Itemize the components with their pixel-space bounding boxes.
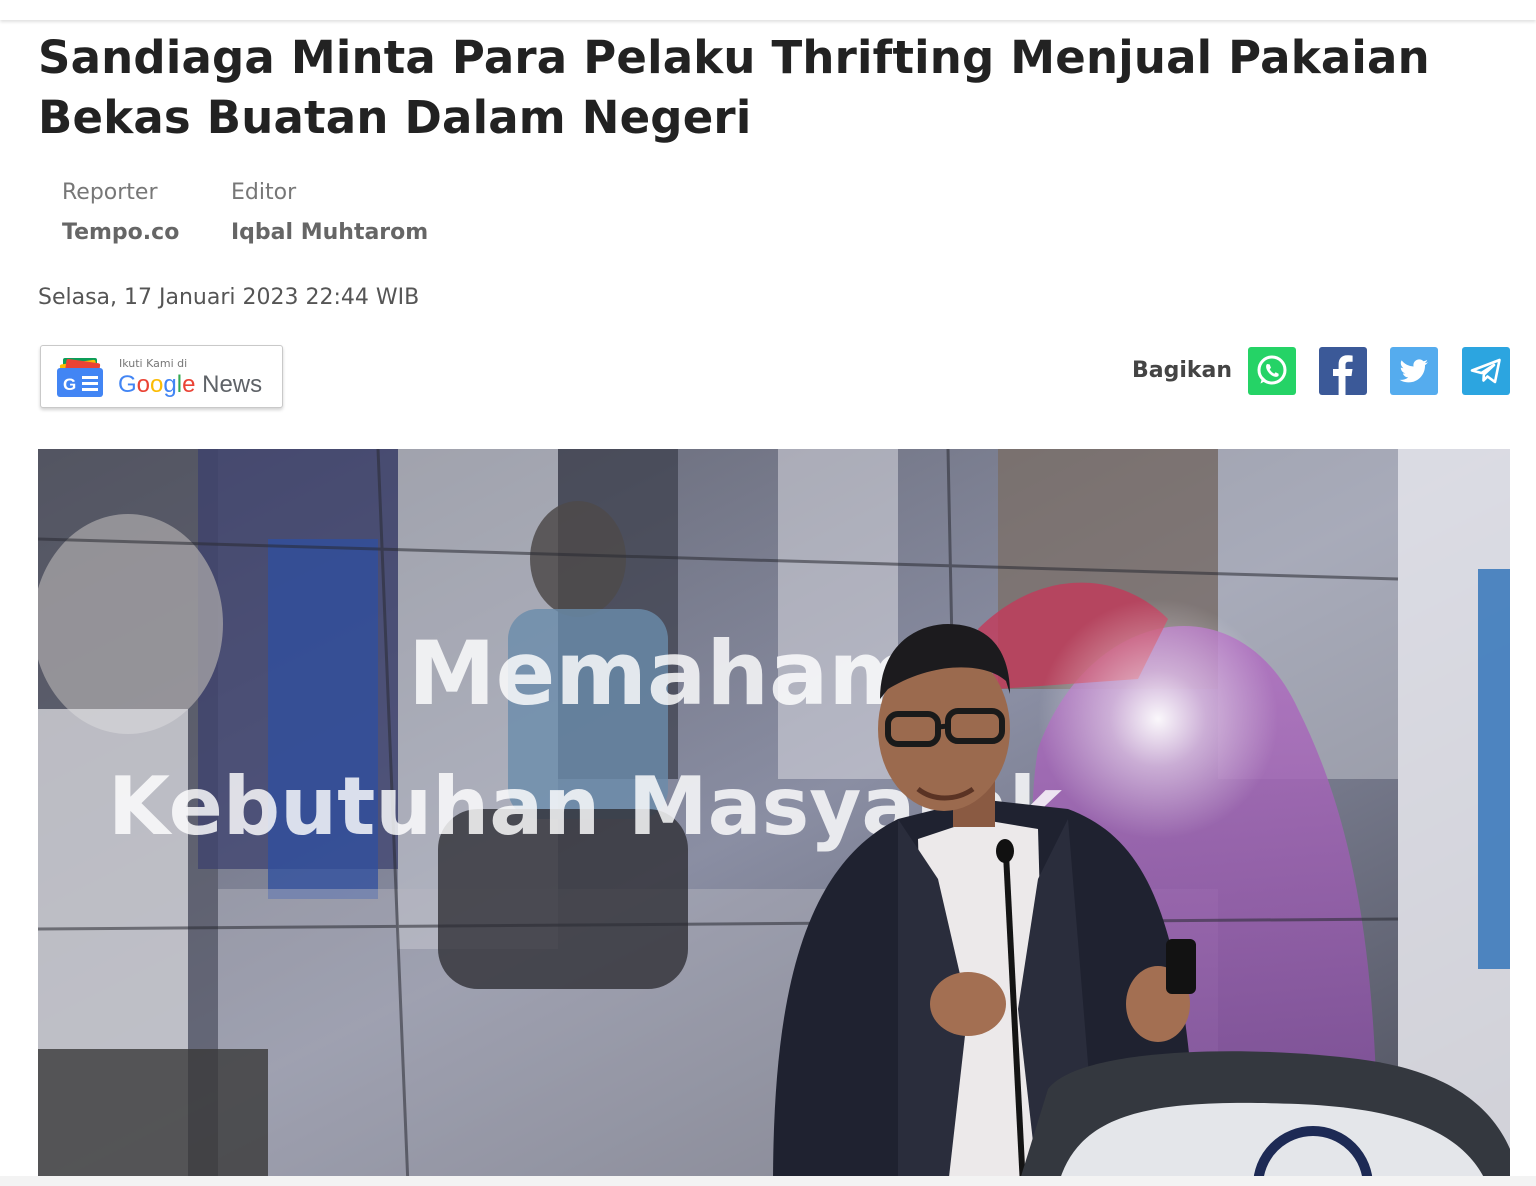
brand-letter-e: e	[182, 371, 196, 398]
share-facebook-button[interactable]	[1319, 347, 1367, 395]
top-bar	[0, 0, 1536, 20]
telegram-icon	[1462, 347, 1510, 395]
editor-label: Editor	[231, 180, 297, 205]
google-news-brand: Google News	[118, 370, 262, 400]
whatsapp-icon	[1248, 347, 1296, 395]
facebook-icon	[1319, 347, 1367, 395]
brand-news: News	[202, 371, 263, 398]
editor-credit: Editor Iqbal Muhtarom	[231, 178, 428, 248]
bottom-edge	[0, 1176, 1536, 1186]
google-news-icon: G	[55, 358, 105, 398]
twitter-icon	[1390, 347, 1438, 395]
reporter-label: Reporter	[62, 180, 158, 205]
publish-date: Selasa, 17 Januari 2023 22:44 WIB	[38, 285, 420, 310]
google-news-follow-button[interactable]: G Ikuti Kami di Google News	[40, 345, 283, 408]
brand-letter-o1: o	[136, 371, 151, 398]
screen-text-line1: Memahami	[408, 622, 950, 725]
brand-letter-g: g	[163, 371, 177, 398]
google-news-follow-text: Ikuti Kami di	[119, 357, 188, 370]
brand-letter-G: G	[118, 371, 137, 398]
share-label: Bagikan	[1132, 358, 1233, 383]
svg-text:G: G	[63, 375, 76, 394]
share-whatsapp-button[interactable]	[1248, 347, 1296, 395]
reporter-name[interactable]: Tempo.co	[62, 218, 179, 248]
share-twitter-button[interactable]	[1390, 347, 1438, 395]
article-photo[interactable]: Memahami Kebutuhan Masyarak	[38, 449, 1510, 1186]
share-telegram-button[interactable]	[1462, 347, 1510, 395]
reporter-credit: Reporter Tempo.co	[62, 178, 179, 248]
article-title: Sandiaga Minta Para Pelaku Thrifting Men…	[38, 31, 1430, 144]
editor-name[interactable]: Iqbal Muhtarom	[231, 218, 428, 248]
brand-letter-o2: o	[150, 371, 164, 398]
